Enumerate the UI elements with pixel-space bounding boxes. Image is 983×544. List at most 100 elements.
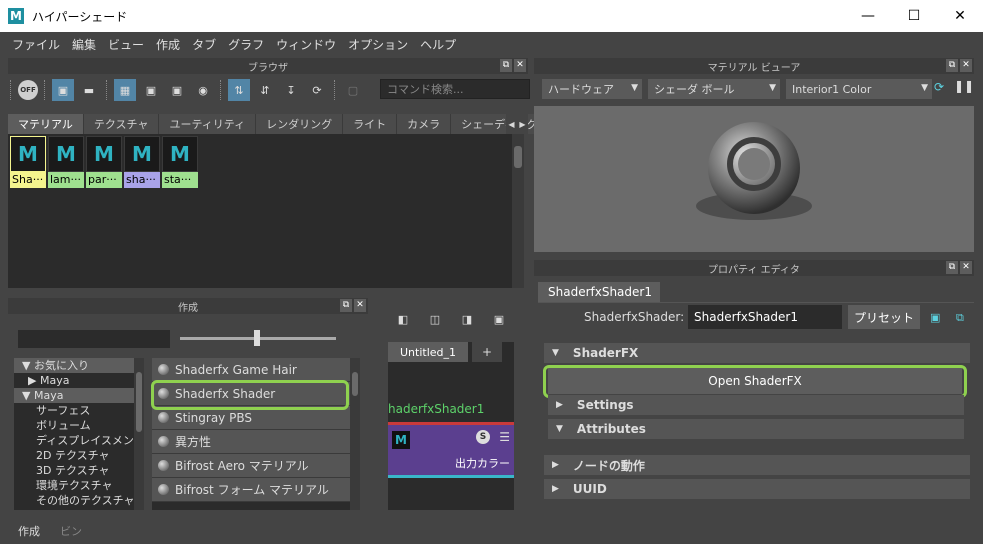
tab-rendering[interactable]: レンダリング bbox=[256, 114, 344, 134]
material-swatch[interactable]: M Sha··· bbox=[10, 136, 46, 188]
tab-utilities[interactable]: ユーティリティ bbox=[159, 114, 257, 134]
tree-item[interactable]: 2D テクスチャ bbox=[14, 448, 144, 463]
tab-scroll-arrows[interactable]: ◀ ▶ bbox=[506, 114, 528, 134]
renderer-dropdown[interactable]: ハードウェア ▼ bbox=[542, 79, 642, 99]
small-swatch-icon[interactable]: ▦ bbox=[114, 79, 136, 101]
output-connections-icon[interactable]: ◨ bbox=[456, 308, 478, 330]
tab-materials[interactable]: マテリアル bbox=[8, 114, 84, 134]
command-search-input[interactable]: コマンド検索... bbox=[380, 79, 530, 99]
section-uuid[interactable]: ▶ UUID bbox=[544, 479, 970, 499]
float-icon[interactable]: ⧉ bbox=[500, 59, 512, 72]
sort-az-icon[interactable]: ⇅ bbox=[228, 79, 250, 101]
tree-item[interactable]: その他のテクスチャ bbox=[14, 493, 144, 508]
refresh-render-icon[interactable]: ⟳ bbox=[934, 80, 944, 94]
close-button[interactable]: ✕ bbox=[937, 0, 983, 32]
section-attributes[interactable]: ▼ Attributes bbox=[548, 419, 964, 439]
icon-view-icon[interactable]: ▣ bbox=[52, 79, 74, 101]
float-icon[interactable]: ⧉ bbox=[946, 59, 958, 72]
environment-dropdown[interactable]: Interior1 Color ▼ bbox=[786, 79, 932, 99]
off-toggle-icon[interactable]: OFF bbox=[18, 80, 38, 100]
input-output-icon[interactable]: ◫ bbox=[424, 308, 446, 330]
list-item-label: Shaderfx Game Hair bbox=[175, 362, 297, 377]
tab-cameras[interactable]: カメラ bbox=[397, 114, 452, 134]
material-swatch[interactable]: M sta··· bbox=[162, 136, 198, 188]
close-panel-icon[interactable]: ✕ bbox=[354, 299, 366, 312]
menu-view[interactable]: ビュー bbox=[102, 36, 150, 53]
list-item[interactable]: 異方性 bbox=[152, 430, 360, 454]
menu-graph[interactable]: グラフ bbox=[222, 36, 270, 53]
shape-dropdown[interactable]: シェーダ ボール ▼ bbox=[648, 79, 780, 99]
section-settings[interactable]: ▶ Settings bbox=[548, 395, 964, 415]
material-swatch[interactable]: M par··· bbox=[86, 136, 122, 188]
tab-shaderfx-shader1[interactable]: ShaderfxShader1 bbox=[538, 282, 660, 302]
tree-item[interactable]: ディスプレイスメント bbox=[14, 433, 145, 448]
maximize-button[interactable]: ☐ bbox=[891, 0, 937, 32]
scroll-thumb[interactable] bbox=[514, 146, 522, 168]
list-item[interactable]: Shaderfx Game Hair bbox=[152, 358, 360, 382]
list-item[interactable]: Bifrost Aero マテリアル bbox=[152, 454, 360, 478]
float-icon[interactable]: ⧉ bbox=[340, 299, 352, 312]
create-search-input[interactable] bbox=[18, 330, 170, 348]
material-swatch[interactable]: M lam··· bbox=[48, 136, 84, 188]
sort-type-icon[interactable]: ⇵ bbox=[254, 79, 276, 101]
slider-handle[interactable] bbox=[254, 330, 260, 346]
minimize-button[interactable]: — bbox=[845, 0, 891, 32]
tab-bins[interactable]: ビン bbox=[50, 523, 92, 539]
graph-layout-icon[interactable]: ▣ bbox=[488, 308, 510, 330]
list-view-icon[interactable]: ▬ bbox=[78, 79, 100, 101]
scroll-thumb[interactable] bbox=[136, 372, 142, 432]
browser-scrollbar[interactable] bbox=[512, 134, 524, 288]
tree-item[interactable]: ボリューム bbox=[14, 418, 144, 433]
expand-triangle-icon: ▶ bbox=[556, 400, 563, 410]
tree-item[interactable]: ▼ お気に入り bbox=[14, 358, 144, 373]
tree-item[interactable]: サーフェス bbox=[14, 403, 144, 418]
tab-create[interactable]: 作成 bbox=[8, 523, 50, 539]
tree-item[interactable]: ▼ Maya bbox=[14, 388, 144, 403]
tab-lights[interactable]: ライト bbox=[343, 114, 398, 134]
list-item[interactable]: Bifrost フォーム マテリアル bbox=[152, 478, 360, 502]
close-panel-icon[interactable]: ✕ bbox=[960, 59, 972, 72]
swatch-label: lam··· bbox=[48, 172, 84, 188]
float-icon[interactable]: ⧉ bbox=[946, 261, 958, 274]
node-menu-icon[interactable]: ☰ bbox=[499, 430, 510, 444]
menu-edit[interactable]: 編集 bbox=[66, 36, 102, 53]
close-panel-icon[interactable]: ✕ bbox=[960, 261, 972, 274]
refresh-icon[interactable]: ⟳ bbox=[306, 79, 328, 101]
node-name-field[interactable]: ShaderfxShader1 bbox=[688, 305, 842, 329]
menu-file[interactable]: ファイル bbox=[6, 36, 66, 53]
presets-button[interactable]: プリセット bbox=[848, 305, 920, 329]
section-node-behavior[interactable]: ▶ ノードの動作 bbox=[544, 455, 970, 475]
tab-untitled[interactable]: Untitled_1 bbox=[388, 342, 468, 362]
tree-scrollbar[interactable] bbox=[134, 358, 144, 510]
right-arrow-icon[interactable]: ▶ bbox=[519, 120, 525, 129]
menu-window[interactable]: ウィンドウ bbox=[270, 36, 342, 53]
section-shaderfx[interactable]: ▼ ShaderFX bbox=[544, 343, 970, 363]
tree-item[interactable]: 環境テクスチャ bbox=[14, 478, 144, 493]
xlarge-swatch-icon[interactable]: ◉ bbox=[192, 79, 214, 101]
copy-tab-icon[interactable]: ⧉ bbox=[956, 311, 964, 325]
frame-icon[interactable]: ▢ bbox=[342, 79, 364, 101]
shader-node[interactable]: M S ☰ 出力カラー bbox=[388, 422, 514, 478]
material-swatch[interactable]: M sha··· bbox=[124, 136, 160, 188]
close-panel-icon[interactable]: ✕ bbox=[514, 59, 526, 72]
node-output-port[interactable]: 出力カラー bbox=[455, 455, 510, 471]
sort-time-icon[interactable]: ↧ bbox=[280, 79, 302, 101]
toolbar-separator bbox=[10, 80, 12, 100]
menu-help[interactable]: ヘルプ bbox=[414, 36, 462, 53]
tree-item[interactable]: ▶ Maya bbox=[14, 373, 144, 388]
show-node-icon[interactable]: ▣ bbox=[930, 311, 940, 324]
tree-item[interactable]: 3D テクスチャ bbox=[14, 463, 144, 478]
scroll-thumb[interactable] bbox=[352, 372, 358, 396]
large-swatch-icon[interactable]: ▣ bbox=[166, 79, 188, 101]
tab-textures[interactable]: テクスチャ bbox=[83, 114, 160, 134]
add-tab-button[interactable]: + bbox=[472, 342, 502, 362]
left-arrow-icon[interactable]: ◀ bbox=[508, 120, 514, 129]
maya-m-icon: M bbox=[392, 431, 410, 449]
menu-options[interactable]: オプション bbox=[342, 36, 414, 53]
menu-tabs[interactable]: タブ bbox=[186, 36, 222, 53]
input-connections-icon[interactable]: ◧ bbox=[392, 308, 414, 330]
menu-create[interactable]: 作成 bbox=[150, 36, 186, 53]
list-scrollbar[interactable] bbox=[350, 358, 360, 510]
pause-icon[interactable]: ❚❚ bbox=[954, 79, 974, 93]
medium-swatch-icon[interactable]: ▣ bbox=[140, 79, 162, 101]
